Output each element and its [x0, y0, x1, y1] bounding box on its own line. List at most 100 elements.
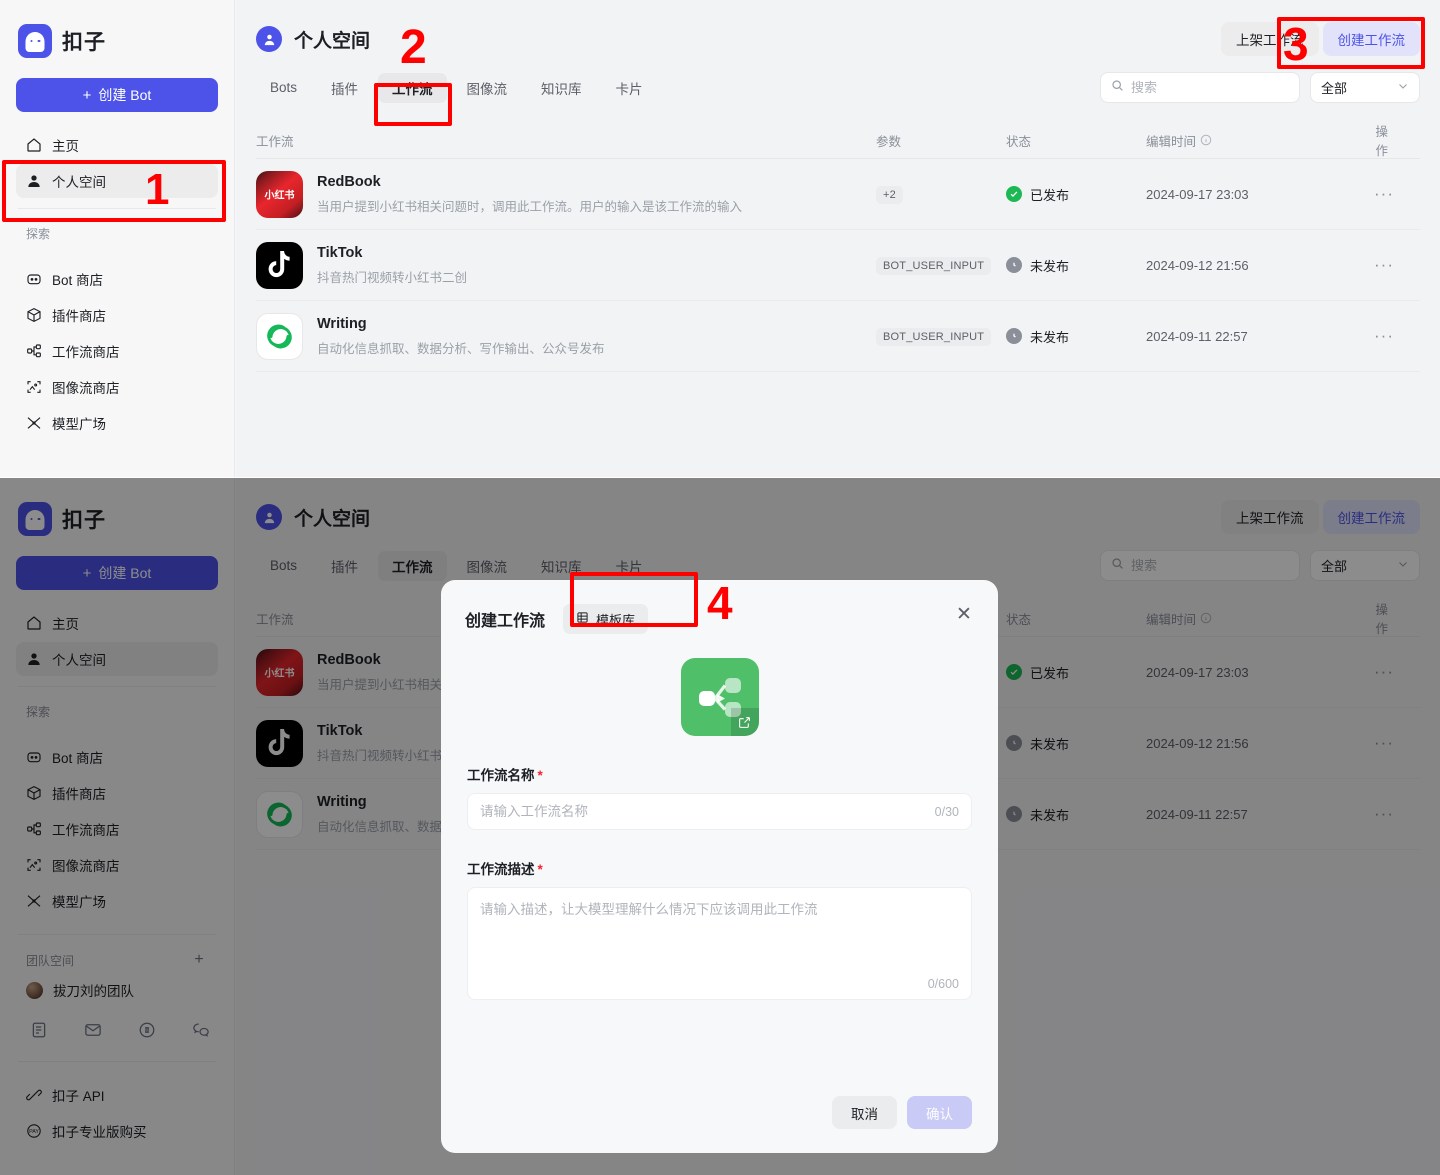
param-badge: BOT_USER_INPUT: [876, 256, 992, 275]
modal-header: 创建工作流 模板库 ✕: [441, 580, 998, 634]
tab-cards[interactable]: 卡片: [602, 73, 657, 103]
workflow-avatar-icon[interactable]: [680, 658, 759, 736]
tab-workflows[interactable]: 工作流: [378, 72, 447, 103]
status-cell: 已发布: [1006, 185, 1146, 204]
sidebar-item-personal-space[interactable]: 个人空间: [16, 164, 218, 198]
workflow-desc: 自动化信息抓取、数据分析、写作输出、公众号发布: [317, 341, 605, 356]
required-mark: *: [537, 768, 543, 783]
nav-primary: 主页 个人空间: [16, 128, 218, 198]
col-ops: 操作: [1375, 125, 1388, 158]
sidebar-item-home[interactable]: 主页: [16, 128, 218, 162]
sidebar-item-workflow-store-label: 工作流商店: [52, 345, 120, 360]
sidebar-item-imageflow-store-label: 图像流商店: [52, 381, 120, 396]
status-cell: 未发布: [1006, 256, 1146, 275]
edit-time: 2024-09-11 22:57: [1146, 328, 1248, 344]
app-logo-icon: [18, 24, 52, 58]
workflow-desc-field[interactable]: 0/600: [467, 887, 972, 1000]
sidebar-item-model-plaza[interactable]: 模型广场: [16, 406, 218, 440]
table-row[interactable]: Writing 自动化信息抓取、数据分析、写作输出、公众号发布 BOT_USER…: [256, 301, 1420, 372]
edit-time: 2024-09-12 21:56: [1146, 257, 1249, 273]
tabs-row: Bots 插件 工作流 图像流 知识库 卡片 全部: [256, 72, 1420, 103]
table-header: 工作流 参数 状态 编辑时间 操作: [256, 121, 1420, 159]
sidebar-item-imageflow-store[interactable]: 图像流商店: [16, 370, 218, 404]
status-badge: 未发布: [1030, 258, 1070, 274]
table-row[interactable]: 小红书 RedBook 当用户提到小红书相关问题时，调用此工作流。用户的输入是该…: [256, 159, 1420, 230]
modal-body: 工作流名称* 0/30 工作流描述* 0/600: [441, 634, 998, 1096]
workflow-desc-counter: 0/600: [927, 977, 959, 991]
workflow-desc-label-text: 工作流描述: [467, 862, 535, 877]
publish-workflow-button[interactable]: 上架工作流: [1221, 22, 1319, 56]
brand: 扣子: [16, 0, 218, 58]
screen-top: 扣子 + 创建 Bot 主页 个人空间 探索 Bot 商店 插件商店 工作流商店…: [0, 0, 1440, 477]
search-input[interactable]: [1131, 80, 1289, 95]
page-title: 个人空间: [256, 26, 370, 53]
main-content: 个人空间 上架工作流 创建工作流 Bots 插件 工作流 图像流 知识库 卡片: [236, 0, 1440, 477]
nav-explore: Bot 商店 插件商店 工作流商店 图像流商店 模型广场: [16, 262, 218, 440]
col-status: 状态: [1006, 134, 1032, 149]
table-row[interactable]: TikTok 抖音热门视频转小红书二创 BOT_USER_INPUT 未发布 2…: [256, 230, 1420, 301]
workflow-desc-input[interactable]: [480, 898, 959, 989]
sidebar-item-workflow-store[interactable]: 工作流商店: [16, 334, 218, 368]
redbook-icon: 小红书: [256, 170, 303, 218]
template-library-button[interactable]: 模板库: [563, 604, 649, 634]
workflow-name: Writing: [317, 315, 367, 332]
sidebar-item-personal-space-label: 个人空间: [52, 175, 106, 190]
edit-avatar-icon[interactable]: [730, 708, 759, 736]
imageflow-store-icon: [26, 379, 42, 395]
search-icon: [1111, 79, 1124, 97]
tab-plugins[interactable]: 插件: [317, 73, 372, 103]
row-more-button[interactable]: ···: [1374, 327, 1394, 344]
space-name: 个人空间: [294, 30, 371, 52]
confirm-button[interactable]: 确认: [907, 1096, 972, 1129]
header-actions: 上架工作流 创建工作流: [1221, 22, 1420, 56]
ops-cell: ···: [1371, 327, 1420, 346]
ops-cell: ···: [1371, 185, 1420, 204]
create-workflow-button[interactable]: 创建工作流: [1322, 22, 1420, 56]
grid-icon: [576, 611, 589, 627]
workflow-name-counter: 0/30: [934, 804, 959, 819]
filters: 全部: [1100, 72, 1420, 103]
tab-knowledge[interactable]: 知识库: [527, 73, 596, 103]
create-bot-button[interactable]: + 创建 Bot: [16, 78, 218, 112]
required-mark: *: [537, 862, 543, 877]
filter-select-value: 全部: [1321, 81, 1348, 96]
tabs: Bots 插件 工作流 图像流 知识库 卡片: [256, 72, 657, 103]
status-cell: 未发布: [1006, 327, 1146, 346]
params-cell: +2: [876, 185, 1006, 204]
status-badge: 已发布: [1030, 187, 1070, 203]
tab-imageflows[interactable]: 图像流: [453, 73, 522, 103]
filter-select[interactable]: 全部: [1310, 72, 1420, 103]
param-badge: +2: [876, 185, 903, 204]
sidebar-item-bot-store[interactable]: Bot 商店: [16, 262, 218, 296]
col-workflow: 工作流: [256, 134, 294, 149]
create-bot-label: 创建 Bot: [98, 87, 152, 103]
workflow-store-icon: [26, 343, 42, 359]
writing-icon: [256, 312, 303, 360]
info-icon[interactable]: [1200, 134, 1212, 146]
chevron-down-icon: [1397, 80, 1409, 95]
plus-icon: +: [82, 86, 92, 104]
col-edit-time: 编辑时间: [1146, 131, 1371, 150]
space-avatar-icon: [256, 26, 282, 52]
workflow-desc: 当用户提到小红书相关问题时，调用此工作流。用户的输入是该工作流的输入: [317, 199, 743, 214]
bot-store-icon: [26, 271, 42, 287]
workflow-name-label: 工作流名称 *: [467, 764, 972, 784]
workflow-name-field[interactable]: 0/30: [467, 793, 972, 830]
sidebar-item-plugin-store[interactable]: 插件商店: [16, 298, 218, 332]
close-icon[interactable]: ✕: [952, 602, 976, 626]
row-more-button[interactable]: ···: [1374, 256, 1394, 273]
cancel-button[interactable]: 取消: [832, 1096, 897, 1129]
workflow-name-input[interactable]: [480, 804, 935, 819]
workflow-cell: TikTok 抖音热门视频转小红书二创: [256, 241, 876, 289]
ops-cell: ···: [1371, 256, 1420, 275]
template-library-label: 模板库: [596, 612, 636, 628]
row-more-button[interactable]: ···: [1374, 185, 1394, 202]
home-icon: [26, 137, 42, 153]
col-params: 参数: [876, 134, 902, 149]
tab-bots[interactable]: Bots: [256, 73, 311, 103]
search-box[interactable]: [1100, 72, 1300, 103]
workflow-text: TikTok 抖音热门视频转小红书二创: [317, 245, 467, 286]
sidebar-item-model-plaza-label: 模型广场: [52, 417, 106, 432]
workflow-name: RedBook: [317, 173, 381, 190]
workflow-text: RedBook 当用户提到小红书相关问题时，调用此工作流。用户的输入是该工作流的…: [317, 174, 742, 215]
